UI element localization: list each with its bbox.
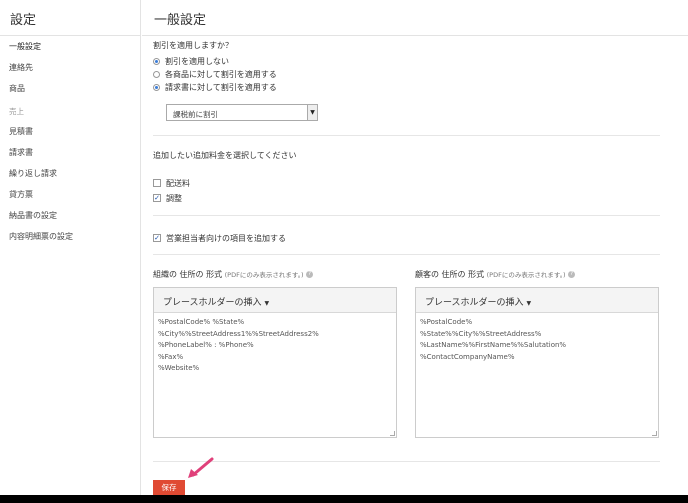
sidebar-list: 一般設定 連絡先 商品 売上 見積書 請求書 繰り返し請求 貸方票 納品書の設定… (0, 36, 140, 247)
label-note: (PDFにのみ表示されます。) (224, 271, 304, 279)
resize-handle-icon[interactable] (652, 431, 657, 436)
button-label: プレースホルダーの挿入 (425, 298, 524, 308)
resize-handle-icon[interactable] (390, 431, 395, 436)
org-address-textarea[interactable]: %PostalCode% %State% %City%%StreetAddres… (154, 313, 396, 375)
sidebar-section-sales: 売上 (9, 107, 24, 116)
label-note: (PDFにのみ表示されます。) (486, 271, 566, 279)
sidebar-item-items[interactable]: 商品 (0, 78, 140, 99)
sidebar-item-estimates[interactable]: 見積書 (0, 121, 140, 142)
bottom-bar (0, 495, 688, 503)
label-text: 顧客の 住所の 形式 (415, 270, 485, 279)
radio-label: 各商品に対して割引を適用する (165, 70, 277, 79)
main-panel: 一般設定 割引を適用しますか？ 割引を適用しない 各商品に対して割引を適用する … (142, 0, 688, 495)
org-insert-placeholder-button[interactable]: プレースホルダーの挿入 ▼ (154, 288, 396, 313)
radio-indicator[interactable] (153, 84, 160, 91)
caret-down-icon: ▼ (526, 300, 532, 307)
sidebar-item-statements[interactable]: 内容明細票の設定 (0, 226, 140, 247)
checkbox-salesperson[interactable]: ✓ 営業担当者向けの項目を追加する (153, 232, 286, 244)
org-address-label: 組織の 住所の 形式 (PDFにのみ表示されます。) ? (153, 269, 314, 280)
sidebar-item-credit-notes[interactable]: 貸方票 (0, 184, 140, 205)
customer-address-textarea[interactable]: %PostalCode% %State%%City%%StreetAddress… (416, 313, 658, 363)
divider (153, 254, 660, 255)
chevron-down-icon[interactable]: ▼ (307, 105, 317, 120)
radio-label: 請求書に対して割引を適用する (165, 83, 277, 92)
org-address-box: プレースホルダーの挿入 ▼ %PostalCode% %State% %City… (153, 287, 397, 438)
help-icon[interactable]: ? (568, 271, 576, 278)
sidebar-item-delivery-notes[interactable]: 納品書の設定 (0, 205, 140, 226)
sidebar-item-contacts[interactable]: 連絡先 (0, 57, 140, 78)
discount-question: 割引を適用しますか？ (153, 41, 233, 50)
radio-invoice-discount[interactable]: 請求書に対して割引を適用する (153, 81, 277, 94)
pointer-arrow-icon (188, 457, 214, 478)
settings-sidebar: 設定 一般設定 連絡先 商品 売上 見積書 請求書 繰り返し請求 貸方票 納品書… (0, 0, 141, 495)
discount-timing-select[interactable]: 課税前に割引 ▼ (166, 104, 318, 121)
check-icon[interactable]: ✓ (153, 194, 161, 202)
radio-indicator[interactable] (153, 71, 160, 78)
sidebar-item-general[interactable]: 一般設定 (0, 36, 140, 57)
discount-options: 割引を適用しない 各商品に対して割引を適用する 請求書に対して割引を適用する (153, 55, 277, 94)
page-title: 一般設定 (142, 0, 688, 36)
divider (153, 461, 660, 462)
check-icon[interactable]: ✓ (153, 234, 161, 242)
caret-down-icon: ▼ (264, 300, 270, 307)
select-value: 課税前に割引 (173, 110, 218, 119)
button-label: プレースホルダーの挿入 (163, 298, 262, 308)
radio-indicator[interactable] (153, 58, 160, 65)
checkbox-box[interactable] (153, 179, 161, 187)
checkbox-label: 営業担当者向けの項目を追加する (166, 233, 286, 243)
save-button[interactable]: 保存 (153, 480, 185, 496)
radio-item-discount[interactable]: 各商品に対して割引を適用する (153, 68, 277, 81)
customer-address-box: プレースホルダーの挿入 ▼ %PostalCode% %State%%City%… (415, 287, 659, 438)
radio-no-discount[interactable]: 割引を適用しない (153, 55, 277, 68)
sidebar-item-invoices[interactable]: 請求書 (0, 142, 140, 163)
divider (153, 215, 660, 216)
sidebar-title: 設定 (0, 0, 140, 36)
checkbox-adjustment[interactable]: ✓ 調整 (153, 192, 182, 204)
customer-address-label: 顧客の 住所の 形式 (PDFにのみ表示されます。) ? (415, 269, 576, 280)
charges-question: 追加したい追加料金を選択してください (153, 151, 297, 160)
help-icon[interactable]: ? (306, 271, 314, 278)
divider (153, 135, 660, 136)
checkbox-label: 調整 (166, 193, 182, 203)
checkbox-label: 配送料 (166, 178, 190, 188)
radio-label: 割引を適用しない (165, 57, 229, 66)
sidebar-item-recurring-invoices[interactable]: 繰り返し請求 (0, 163, 140, 184)
label-text: 組織の 住所の 形式 (153, 270, 223, 279)
checkbox-shipping[interactable]: 配送料 (153, 177, 190, 189)
customer-insert-placeholder-button[interactable]: プレースホルダーの挿入 ▼ (416, 288, 658, 313)
